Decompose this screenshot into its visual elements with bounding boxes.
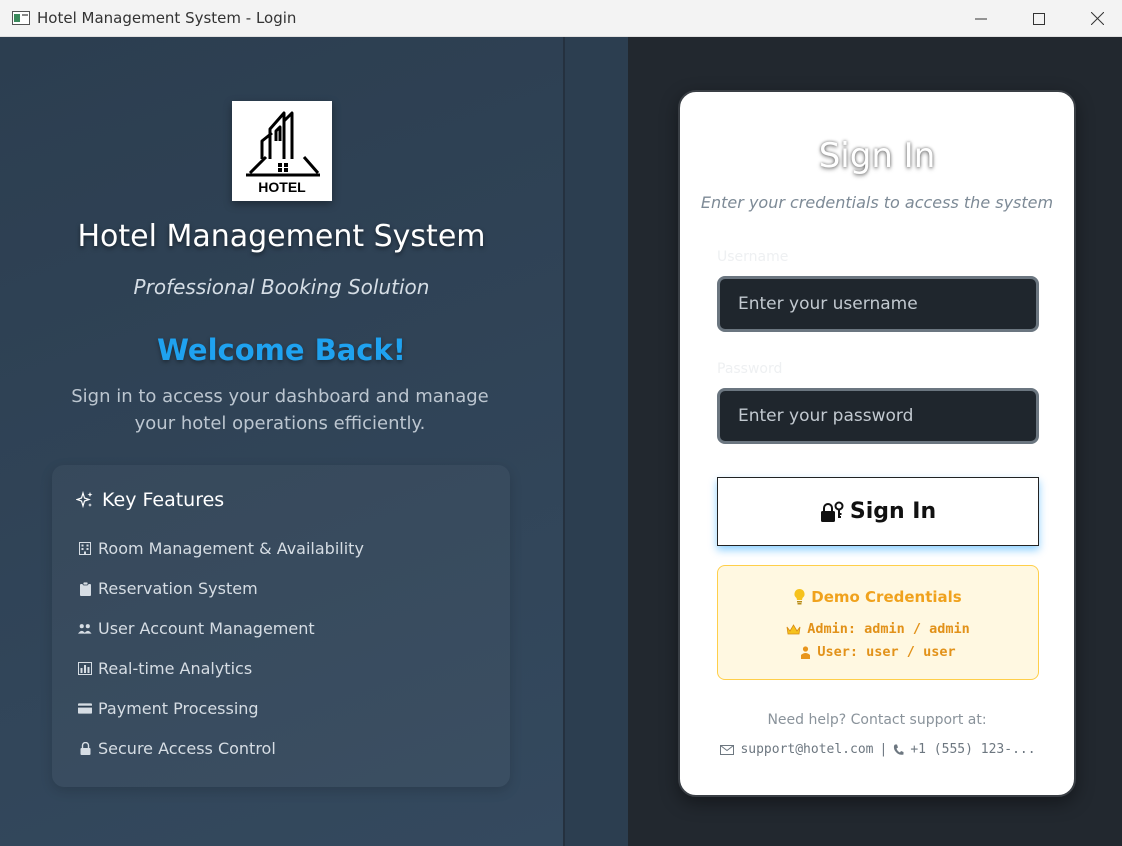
welcome-description: Sign in to access your dashboard and man…	[71, 386, 489, 434]
close-icon	[1090, 12, 1104, 25]
features-title: Key Features	[102, 489, 225, 511]
signin-button-label: Sign In	[849, 499, 937, 524]
title-bar: Hotel Management System - Login	[0, 0, 1122, 37]
phone-icon	[894, 744, 904, 755]
feature-item: Reservation System	[78, 579, 258, 598]
window-title: Hotel Management System - Login	[37, 9, 297, 27]
lightbulb-icon	[794, 589, 805, 605]
signin-button[interactable]: Sign In	[717, 477, 1039, 546]
signin-title: Sign In	[818, 136, 936, 176]
support-contact-row: support@hotel.com | +1 (555) 123-...	[717, 742, 1039, 757]
username-input[interactable]	[717, 276, 1039, 332]
feature-label: Room Management & Availability	[98, 539, 364, 558]
feature-label: Secure Access Control	[98, 739, 276, 758]
minimize-icon	[975, 18, 987, 19]
support-email-link[interactable]: support@hotel.com	[740, 742, 873, 757]
feature-label: Real-time Analytics	[98, 659, 253, 678]
lock-icon	[78, 742, 92, 756]
demo-admin: Admin: admin / admin	[807, 621, 970, 637]
sparkles-icon	[76, 491, 93, 509]
feature-label: User Account Management	[98, 619, 315, 638]
logo-text: HOTEL	[258, 179, 306, 195]
hotel-building-icon	[246, 111, 320, 177]
feature-label: Reservation System	[98, 579, 258, 598]
app-title: Hotel Management System	[77, 219, 486, 254]
username-label: Username	[717, 249, 789, 265]
users-icon	[78, 622, 92, 636]
demo-user: User: user / user	[817, 644, 956, 660]
welcome-heading: Welcome Back!	[156, 333, 407, 367]
app-subtitle: Professional Booking Solution	[133, 275, 430, 299]
branding-panel: HOTEL Hotel Management System Profession…	[0, 37, 563, 846]
support-phone-link[interactable]: +1 (555) 123-...	[910, 742, 1035, 757]
password-input[interactable]	[717, 388, 1039, 444]
chart-icon	[78, 662, 92, 676]
demo-admin-row: Admin: admin / admin	[718, 621, 1038, 637]
demo-user-row: User: user / user	[718, 644, 1038, 660]
feature-item: Room Management & Availability	[78, 539, 364, 558]
feature-item: Payment Processing	[78, 699, 259, 718]
building-icon	[78, 542, 92, 556]
close-button[interactable]	[1068, 0, 1122, 37]
demo-title-row: Demo Credentials	[718, 588, 1038, 606]
credit-card-icon	[78, 702, 92, 716]
features-card: Key Features Room Management & Availabil…	[52, 465, 510, 787]
features-heading: Key Features	[76, 489, 224, 511]
minimize-button[interactable]	[952, 0, 1010, 37]
lock-key-icon	[820, 501, 844, 522]
hotel-logo: HOTEL	[232, 101, 332, 201]
user-icon	[801, 645, 811, 659]
feature-item: Secure Access Control	[78, 739, 276, 758]
feature-label: Payment Processing	[98, 699, 259, 718]
email-icon	[720, 744, 735, 755]
maximize-button[interactable]	[1010, 0, 1068, 37]
support-help-text: Need help? Contact support at:	[767, 712, 987, 728]
signin-subtitle: Enter your credentials to access the sys…	[700, 193, 1054, 212]
feature-item: Real-time Analytics	[78, 659, 252, 678]
feature-item: User Account Management	[78, 619, 315, 638]
demo-credentials-box: Demo Credentials Admin: admin / admin Us…	[717, 565, 1039, 680]
clipboard-icon	[78, 581, 92, 596]
demo-title: Demo Credentials	[811, 588, 962, 606]
login-card: Sign In Enter your credentials to access…	[678, 90, 1076, 797]
maximize-icon	[1033, 12, 1045, 25]
panel-divider	[563, 37, 628, 846]
contact-separator: |	[879, 742, 888, 757]
crown-icon	[786, 623, 801, 634]
app-window-icon	[12, 11, 30, 25]
password-label: Password	[717, 361, 783, 377]
